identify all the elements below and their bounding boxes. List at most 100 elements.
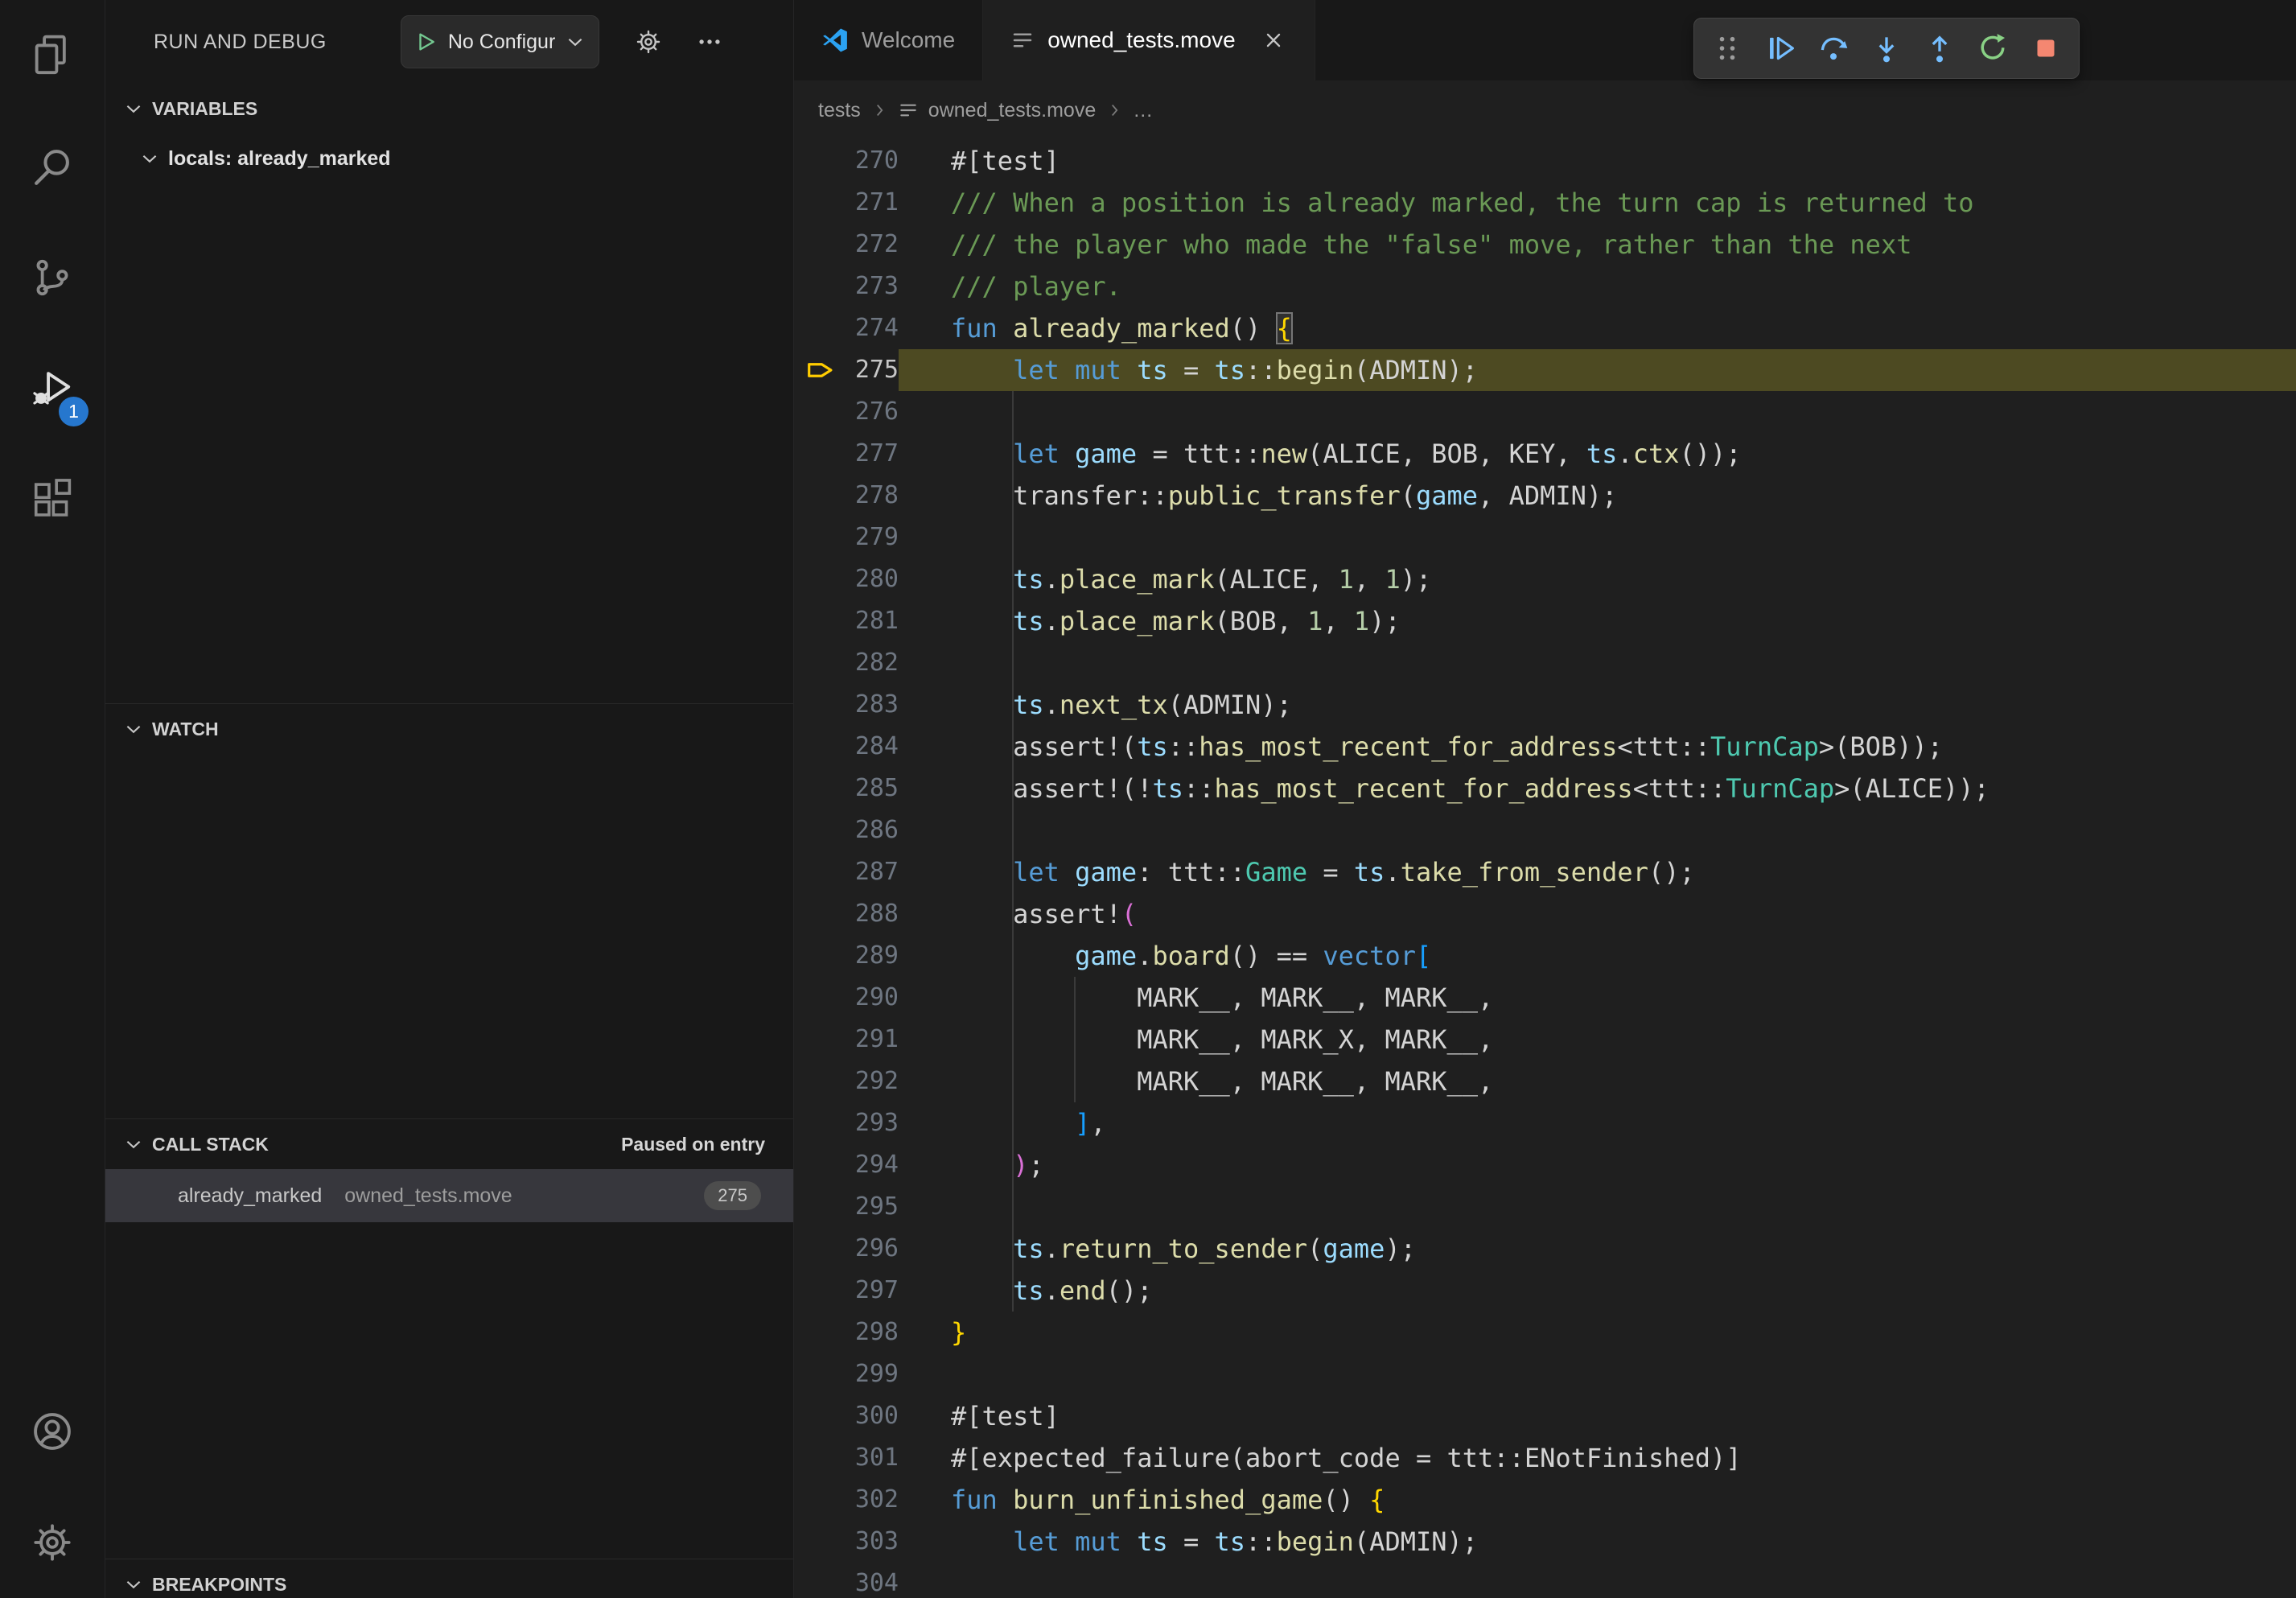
code-text[interactable]: #[test]: [899, 1395, 2296, 1437]
code-text[interactable]: assert!(ts::has_most_recent_for_address<…: [899, 726, 2296, 768]
debug-stop-button[interactable]: [2021, 24, 2071, 72]
code-text[interactable]: let game: ttt::Game = ts.take_from_sende…: [899, 851, 2296, 893]
code-line[interactable]: 302fun burn_unfinished_game() {: [794, 1479, 2296, 1521]
code-line[interactable]: 289 game.board() == vector[: [794, 935, 2296, 977]
code-line[interactable]: 276: [794, 391, 2296, 433]
line-number[interactable]: 304: [794, 1563, 899, 1598]
variables-section-header[interactable]: VARIABLES: [105, 84, 793, 134]
code-text[interactable]: /// When a position is already marked, t…: [899, 182, 2296, 224]
code-text[interactable]: [899, 809, 2296, 851]
code-text[interactable]: #[test]: [899, 140, 2296, 182]
code-text[interactable]: MARK__, MARK__, MARK__,: [899, 1061, 2296, 1102]
line-number[interactable]: 303: [794, 1521, 899, 1563]
activity-run-and-debug[interactable]: 1: [0, 333, 105, 444]
code-text[interactable]: [899, 391, 2296, 433]
code-line[interactable]: 299: [794, 1353, 2296, 1395]
code-line[interactable]: 288 assert!(: [794, 893, 2296, 935]
code-text[interactable]: ts.place_mark(BOB, 1, 1);: [899, 600, 2296, 642]
breakpoints-section-header[interactable]: BREAKPOINTS: [105, 1559, 793, 1598]
code-line[interactable]: 297 ts.end();: [794, 1270, 2296, 1312]
code-text[interactable]: game.board() == vector[: [899, 935, 2296, 977]
variables-scope-row[interactable]: locals: already_marked: [105, 134, 793, 183]
code-text[interactable]: [899, 1563, 2296, 1598]
line-number[interactable]: 300: [794, 1395, 899, 1437]
code-line[interactable]: 270#[test]: [794, 140, 2296, 182]
code-line[interactable]: 303 let mut ts = ts::begin(ADMIN);: [794, 1521, 2296, 1563]
code-line[interactable]: 271/// When a position is already marked…: [794, 182, 2296, 224]
line-number[interactable]: 275: [794, 349, 899, 391]
code-text[interactable]: );: [899, 1144, 2296, 1186]
close-tab-button[interactable]: [1260, 27, 1287, 54]
debug-step-over-button[interactable]: [1808, 24, 1858, 72]
activity-settings[interactable]: [0, 1487, 105, 1598]
code-text[interactable]: MARK__, MARK__, MARK__,: [899, 977, 2296, 1019]
tab-owned-tests-move[interactable]: owned_tests.move: [983, 0, 1315, 80]
code-line[interactable]: 281 ts.place_mark(BOB, 1, 1);: [794, 600, 2296, 642]
activity-explorer[interactable]: [0, 0, 105, 111]
watch-section-header[interactable]: WATCH: [105, 704, 793, 754]
code-line[interactable]: 304: [794, 1563, 2296, 1598]
line-number[interactable]: 296: [794, 1228, 899, 1270]
code-text[interactable]: let mut ts = ts::begin(ADMIN);: [899, 1521, 2296, 1563]
code-text[interactable]: [899, 517, 2296, 558]
code-text[interactable]: fun burn_unfinished_game() {: [899, 1479, 2296, 1521]
debug-step-out-button[interactable]: [1915, 24, 1965, 72]
line-number[interactable]: 291: [794, 1019, 899, 1061]
code-text[interactable]: }: [899, 1312, 2296, 1353]
code-line[interactable]: 293 ],: [794, 1102, 2296, 1144]
code-line[interactable]: 296 ts.return_to_sender(game);: [794, 1228, 2296, 1270]
code-text[interactable]: MARK__, MARK_X, MARK__,: [899, 1019, 2296, 1061]
code-line[interactable]: 284 assert!(ts::has_most_recent_for_addr…: [794, 726, 2296, 768]
code-text[interactable]: [899, 642, 2296, 684]
line-number[interactable]: 287: [794, 851, 899, 893]
line-number[interactable]: 295: [794, 1186, 899, 1228]
code-line[interactable]: 291 MARK__, MARK_X, MARK__,: [794, 1019, 2296, 1061]
debug-config-picker[interactable]: No Configur: [401, 15, 599, 68]
line-number[interactable]: 279: [794, 517, 899, 558]
code-line[interactable]: 286: [794, 809, 2296, 851]
call-stack-section-header[interactable]: CALL STACK Paused on entry: [105, 1119, 793, 1169]
debug-restart-button[interactable]: [1968, 24, 2018, 72]
code-line[interactable]: 278 transfer::public_transfer(game, ADMI…: [794, 475, 2296, 517]
code-line[interactable]: 290 MARK__, MARK__, MARK__,: [794, 977, 2296, 1019]
code-text[interactable]: [899, 1186, 2296, 1228]
line-number[interactable]: 277: [794, 433, 899, 475]
code-line[interactable]: 277 let game = ttt::new(ALICE, BOB, KEY,…: [794, 433, 2296, 475]
debug-toolbar-drag-handle[interactable]: [1702, 24, 1752, 72]
activity-account[interactable]: [0, 1376, 105, 1487]
breadcrumb-symbol[interactable]: …: [1133, 99, 1153, 122]
code-line[interactable]: 275 let mut ts = ts::begin(ADMIN);: [794, 349, 2296, 391]
line-number[interactable]: 288: [794, 893, 899, 935]
debug-continue-button[interactable]: [1755, 24, 1805, 72]
breadcrumb-file[interactable]: owned_tests.move: [928, 99, 1096, 122]
line-number[interactable]: 280: [794, 558, 899, 600]
call-stack-frame[interactable]: already_marked owned_tests.move 275: [105, 1169, 793, 1222]
code-text[interactable]: /// player.: [899, 266, 2296, 307]
tab-welcome[interactable]: Welcome: [794, 0, 983, 80]
code-text[interactable]: ts.end();: [899, 1270, 2296, 1312]
breadcrumb-folder[interactable]: tests: [818, 99, 861, 122]
line-number[interactable]: 302: [794, 1479, 899, 1521]
code-line[interactable]: 283 ts.next_tx(ADMIN);: [794, 684, 2296, 726]
code-text[interactable]: let game = ttt::new(ALICE, BOB, KEY, ts.…: [899, 433, 2296, 475]
code-line[interactable]: 273/// player.: [794, 266, 2296, 307]
line-number[interactable]: 293: [794, 1102, 899, 1144]
more-actions-button[interactable]: [696, 28, 723, 56]
line-number[interactable]: 294: [794, 1144, 899, 1186]
line-number[interactable]: 273: [794, 266, 899, 307]
code-text[interactable]: let mut ts = ts::begin(ADMIN);: [899, 349, 2296, 391]
line-number[interactable]: 290: [794, 977, 899, 1019]
activity-search[interactable]: [0, 111, 105, 222]
line-number[interactable]: 282: [794, 642, 899, 684]
code-line[interactable]: 294 );: [794, 1144, 2296, 1186]
code-line[interactable]: 274fun already_marked() {: [794, 307, 2296, 349]
line-number[interactable]: 270: [794, 140, 899, 182]
line-number[interactable]: 292: [794, 1061, 899, 1102]
code-text[interactable]: #[expected_failure(abort_code = ttt::ENo…: [899, 1437, 2296, 1479]
line-number[interactable]: 299: [794, 1353, 899, 1395]
code-text[interactable]: assert!(: [899, 893, 2296, 935]
line-number[interactable]: 297: [794, 1270, 899, 1312]
line-number[interactable]: 272: [794, 224, 899, 266]
line-number[interactable]: 285: [794, 768, 899, 809]
code-line[interactable]: 292 MARK__, MARK__, MARK__,: [794, 1061, 2296, 1102]
